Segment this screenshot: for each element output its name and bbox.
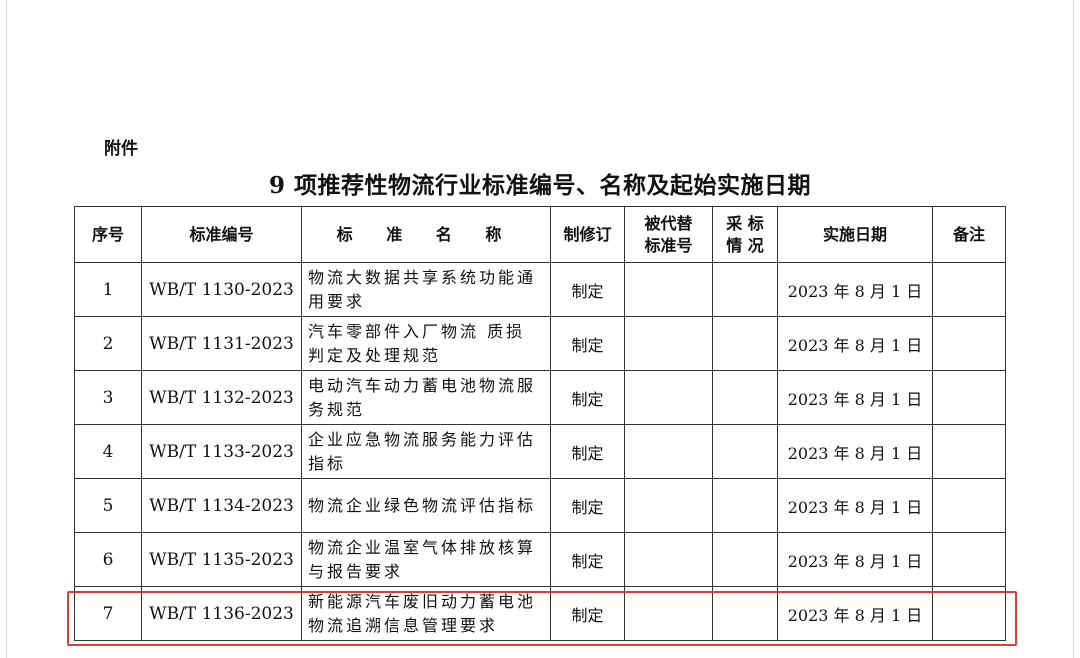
cell-name-line2: 与报告要求 [308,561,404,581]
cell-code: WB/T 1131-2023 [141,316,302,371]
table-row: 6 WB/T 1135-2023 物流企业温室气体排放核算 与报告要求 制定 20… [74,532,1006,587]
cell-date: 2023 年 8 月 1 日 [777,316,933,371]
page-edge-left [6,0,7,658]
cell-name: 物流企业温室气体排放核算 与报告要求 [301,532,551,587]
cell-date: 2023 年 8 月 1 日 [777,478,933,533]
cell-seq: 2 [74,316,142,371]
cell-name-line2: 判定及处理规范 [308,345,442,365]
cell-adopt [712,478,778,533]
cell-name-line1: 汽车零部件入厂物流 质损 [308,321,526,341]
table-row: 5 WB/T 1134-2023 物流企业绿色物流评估指标 制定 2023 年 … [74,478,1006,533]
header-name: 标 准 名 称 [301,206,551,263]
cell-replaced [624,370,713,425]
cell-replaced [624,262,713,317]
attachment-label: 附件 [104,139,138,159]
cell-name: 汽车零部件入厂物流 质损 判定及处理规范 [301,316,551,371]
header-date: 实施日期 [777,206,933,263]
highlight-annotation-box [67,591,1017,646]
cell-remark [932,262,1006,317]
header-revision: 制修订 [550,206,625,263]
cell-remark [932,532,1006,587]
cell-replaced [624,532,713,587]
cell-name-line2: 用要求 [308,291,366,311]
table-row: 4 WB/T 1133-2023 企业应急物流服务能力评估 指标 制定 2023 … [74,424,1006,479]
table-header-row: 序号 标准编号 标 准 名 称 制修订 被代替 标准号 采 标 情 况 实施日期… [74,206,1006,263]
cell-code: WB/T 1130-2023 [141,262,302,317]
cell-name: 物流企业绿色物流评估指标 [301,478,551,533]
cell-remark [932,478,1006,533]
cell-date: 2023 年 8 月 1 日 [777,262,933,317]
cell-date: 2023 年 8 月 1 日 [777,532,933,587]
cell-name: 物流大数据共享系统功能通 用要求 [301,262,551,317]
cell-name: 企业应急物流服务能力评估 指标 [301,424,551,479]
cell-date: 2023 年 8 月 1 日 [777,424,933,479]
table-row: 1 WB/T 1130-2023 物流大数据共享系统功能通 用要求 制定 2023… [74,262,1006,317]
cell-remark [932,370,1006,425]
cell-seq: 4 [74,424,142,479]
table-row: 3 WB/T 1132-2023 电动汽车动力蓄电池物流服 务规范 制定 2023… [74,370,1006,425]
cell-revision: 制定 [550,478,625,533]
cell-name-line1: 物流大数据共享系统功能通 [308,267,537,287]
cell-seq: 3 [74,370,142,425]
cell-replaced [624,424,713,479]
cell-code: WB/T 1133-2023 [141,424,302,479]
cell-name-line1: 企业应急物流服务能力评估 [308,429,537,449]
cell-seq: 5 [74,478,142,533]
header-replaced: 被代替 标准号 [624,206,713,263]
cell-adopt [712,316,778,371]
page-edge-right [1073,0,1074,658]
document-title: 9 项推荐性物流行业标准编号、名称及起始实施日期 [268,172,811,199]
standards-table: 序号 标准编号 标 准 名 称 制修订 被代替 标准号 采 标 情 况 实施日期… [74,206,1006,641]
cell-code: WB/T 1134-2023 [141,478,302,533]
cell-code: WB/T 1132-2023 [141,370,302,425]
cell-seq: 1 [74,262,142,317]
cell-seq: 6 [74,532,142,587]
cell-remark [932,424,1006,479]
cell-name-line1: 物流企业温室气体排放核算 [308,537,537,557]
header-remark: 备注 [932,206,1006,263]
cell-adopt [712,532,778,587]
cell-name-line2: 指标 [308,453,347,473]
cell-date: 2023 年 8 月 1 日 [777,370,933,425]
cell-replaced [624,316,713,371]
header-adopt: 采 标 情 况 [712,206,778,263]
cell-revision: 制定 [550,262,625,317]
cell-name-line1: 物流企业绿色物流评估指标 [308,495,537,515]
cell-revision: 制定 [550,370,625,425]
cell-remark [932,316,1006,371]
cell-name: 电动汽车动力蓄电池物流服 务规范 [301,370,551,425]
cell-adopt [712,424,778,479]
cell-replaced [624,478,713,533]
cell-adopt [712,370,778,425]
cell-name-line1: 电动汽车动力蓄电池物流服 [308,375,537,395]
cell-revision: 制定 [550,316,625,371]
table-row: 2 WB/T 1131-2023 汽车零部件入厂物流 质损 判定及处理规范 制定 … [74,316,1006,371]
header-seq: 序号 [74,206,142,263]
header-replaced-line2: 标准号 [644,235,693,255]
cell-code: WB/T 1135-2023 [141,532,302,587]
cell-name-line2: 务规范 [308,399,366,419]
header-code: 标准编号 [141,206,302,263]
cell-adopt [712,262,778,317]
cell-revision: 制定 [550,532,625,587]
header-name-text: 标 准 名 称 [336,224,516,244]
header-adopt-line2: 情 况 [726,235,764,255]
header-replaced-line1: 被代替 [644,213,693,233]
header-adopt-line1: 采 标 [726,213,764,233]
cell-revision: 制定 [550,424,625,479]
